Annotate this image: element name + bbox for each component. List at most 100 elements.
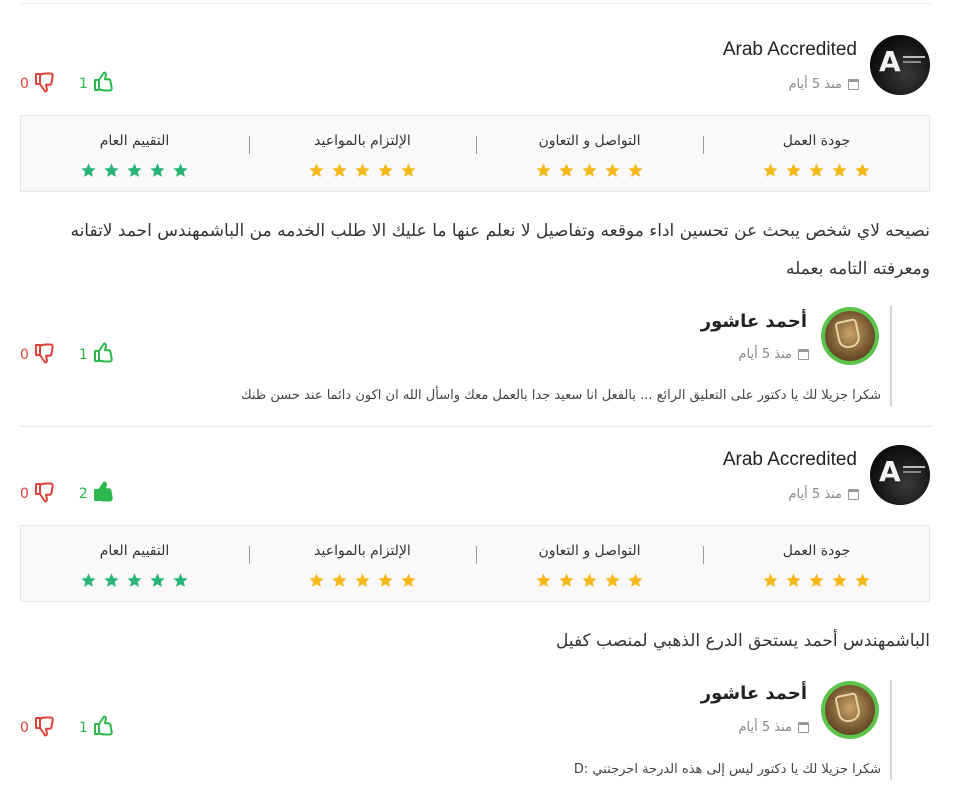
star-row <box>21 572 248 589</box>
thumbs-up-icon[interactable] <box>92 480 116 508</box>
reply-text: شكرا جزيلا لك يا دكتور على التعليق الرائ… <box>241 388 881 403</box>
review-votes: 0 2 <box>20 480 116 508</box>
divider <box>476 136 477 154</box>
star-icon <box>855 163 870 177</box>
star-icon <box>582 163 597 177</box>
thumbs-down-icon[interactable] <box>33 70 57 98</box>
rating-work-quality: جودة العمل <box>703 526 930 603</box>
star-icon <box>536 163 551 177</box>
star-icon <box>763 573 778 587</box>
star-row <box>703 162 930 179</box>
star-icon <box>605 163 620 177</box>
divider <box>249 136 250 154</box>
star-icon <box>81 573 96 587</box>
star-icon <box>127 573 142 587</box>
star-icon <box>605 573 620 587</box>
divider <box>476 546 477 564</box>
reply-date: منذ 5 أيام <box>739 720 809 735</box>
star-row <box>476 162 703 179</box>
replier-name[interactable]: أحمد عاشور <box>701 311 807 332</box>
star-icon <box>855 573 870 587</box>
star-icon <box>582 573 597 587</box>
star-row <box>21 162 248 179</box>
star-row <box>703 572 930 589</box>
star-icon <box>809 573 824 587</box>
calendar-icon <box>848 489 859 500</box>
star-row <box>476 572 703 589</box>
star-icon <box>127 163 142 177</box>
star-icon <box>559 573 574 587</box>
star-icon <box>809 163 824 177</box>
star-icon <box>104 163 119 177</box>
star-icon <box>559 163 574 177</box>
reply-votes: 0 1 <box>20 341 116 369</box>
star-icon <box>309 573 324 587</box>
review-date: منذ 5 أيام <box>789 77 859 92</box>
star-icon <box>332 573 347 587</box>
thumbs-down-icon[interactable] <box>33 714 57 742</box>
reviewer-name[interactable]: Arab Accredited <box>723 39 857 61</box>
divider <box>249 546 250 564</box>
star-icon <box>401 573 416 587</box>
thumbs-down-icon[interactable] <box>33 341 57 369</box>
reply-text: شكرا جزيلا لك يا دكتور ليس إلى هذه الدرج… <box>573 762 881 777</box>
dislike-count: 0 <box>20 76 29 92</box>
rating-deadlines: الإلتزام بالمواعيد <box>249 526 476 603</box>
star-icon <box>832 573 847 587</box>
star-row <box>249 572 476 589</box>
star-icon <box>786 163 801 177</box>
replier-avatar[interactable] <box>821 307 879 365</box>
star-icon <box>150 573 165 587</box>
review-comment: نصيحه لاي شخص يبحث عن تحسين اداء موقعه و… <box>70 221 930 279</box>
like-count: 2 <box>78 486 88 502</box>
reply-indent-bar <box>890 680 892 780</box>
star-icon <box>832 163 847 177</box>
dislike-count: 0 <box>20 347 29 363</box>
like-count: 1 <box>78 347 88 363</box>
reviewer-avatar[interactable]: A <box>870 445 930 505</box>
review-divider <box>20 426 932 427</box>
star-icon <box>355 573 370 587</box>
star-icon <box>786 573 801 587</box>
star-icon <box>628 163 643 177</box>
reviewer-avatar[interactable]: A <box>870 35 930 95</box>
star-icon <box>150 163 165 177</box>
star-icon <box>332 163 347 177</box>
star-icon <box>763 163 778 177</box>
review-votes: 0 1 <box>20 70 116 98</box>
rating-work-quality: جودة العمل <box>703 116 930 193</box>
reply-date: منذ 5 أيام <box>739 347 809 362</box>
reply-indent-bar <box>890 306 892 406</box>
reviewer-name[interactable]: Arab Accredited <box>723 449 857 471</box>
rating-box: جودة العمل التواصل و التعاون الإلتزام با… <box>20 115 930 192</box>
divider <box>703 136 704 154</box>
star-icon <box>104 573 119 587</box>
dislike-count: 0 <box>20 720 29 736</box>
calendar-icon <box>798 722 809 733</box>
thumbs-up-icon[interactable] <box>92 341 116 369</box>
star-icon <box>378 163 393 177</box>
divider <box>703 546 704 564</box>
star-icon <box>378 573 393 587</box>
star-icon <box>401 163 416 177</box>
replier-name[interactable]: أحمد عاشور <box>701 683 807 704</box>
rating-overall: التقييم العام <box>21 526 248 603</box>
calendar-icon <box>798 349 809 360</box>
thumbs-up-icon[interactable] <box>92 70 116 98</box>
star-icon <box>173 573 188 587</box>
star-icon <box>628 573 643 587</box>
rating-deadlines: الإلتزام بالمواعيد <box>249 116 476 193</box>
star-icon <box>81 163 96 177</box>
calendar-icon <box>848 79 859 90</box>
like-count: 1 <box>78 720 88 736</box>
dislike-count: 0 <box>20 486 29 502</box>
thumbs-up-icon[interactable] <box>92 714 116 742</box>
rating-box: جودة العمل التواصل و التعاون الإلتزام با… <box>20 525 930 602</box>
rating-overall: التقييم العام <box>21 116 248 193</box>
review-comment: الباشمهندس أحمد يستحق الدرع الذهبي لمنصب… <box>555 631 930 651</box>
reply-votes: 0 1 <box>20 714 116 742</box>
rating-communication: التواصل و التعاون <box>476 526 703 603</box>
thumbs-down-icon[interactable] <box>33 480 57 508</box>
replier-avatar[interactable] <box>821 681 879 739</box>
star-row <box>249 162 476 179</box>
